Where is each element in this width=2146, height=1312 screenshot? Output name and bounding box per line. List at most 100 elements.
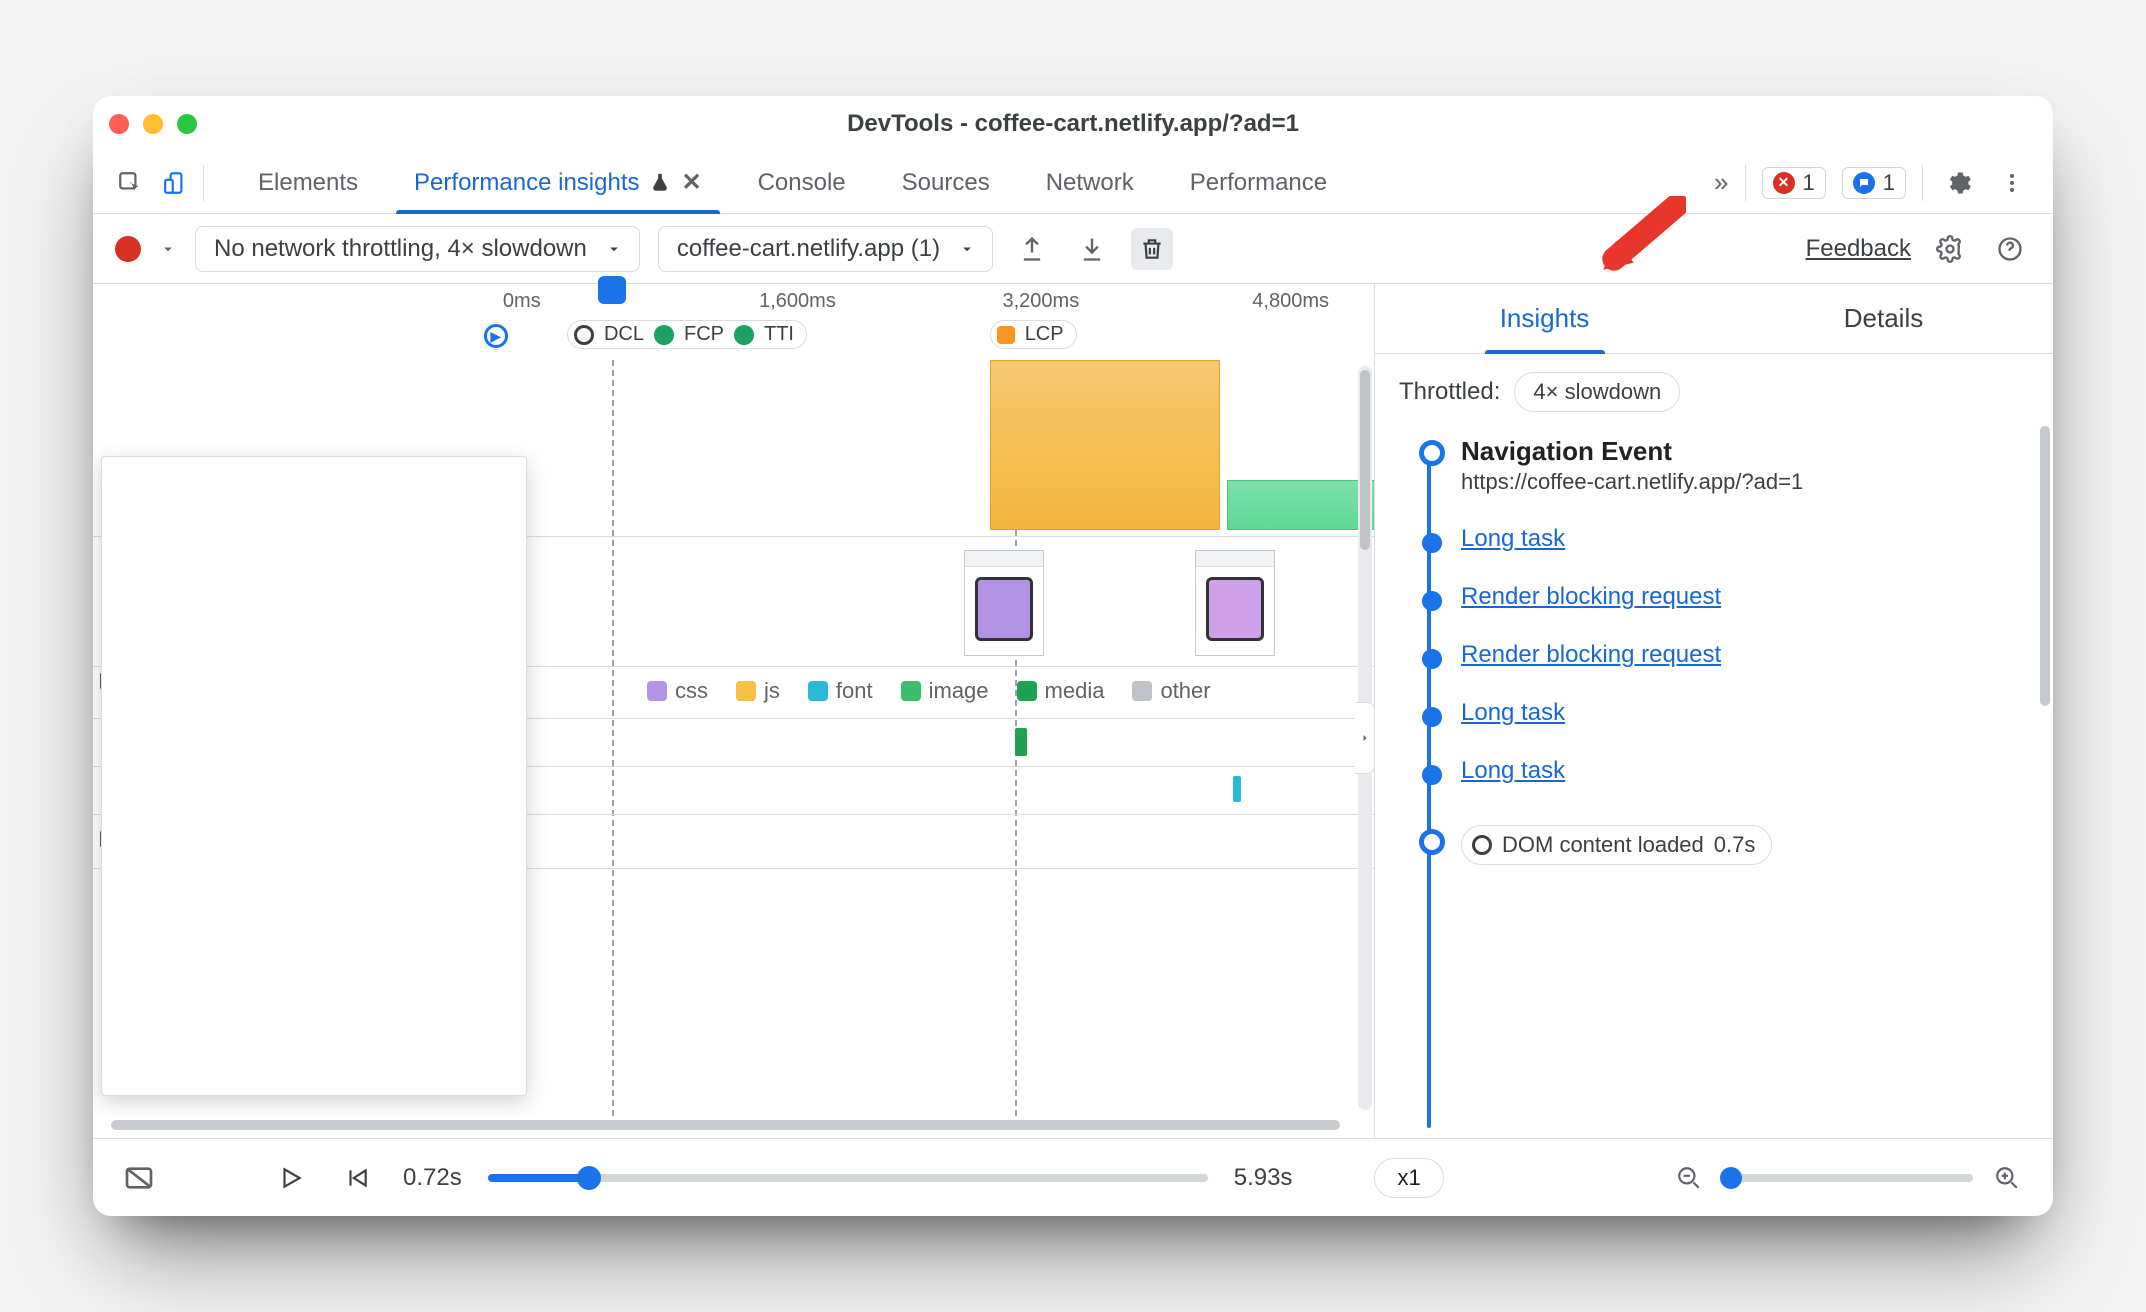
recording-label: coffee-cart.netlify.app (1) — [677, 235, 940, 263]
time-total: 5.93s — [1234, 1164, 1293, 1192]
chip-label: FCP — [684, 323, 724, 346]
insight-link[interactable]: Render blocking request — [1461, 583, 1721, 610]
insight-long-task[interactable]: Long task — [1409, 699, 2031, 727]
legend-label: image — [929, 678, 989, 704]
window-title: DevTools - coffee-cart.netlify.app/?ad=1 — [93, 110, 2053, 138]
tab-sources[interactable]: Sources — [874, 152, 1018, 213]
main-thread-block[interactable] — [1227, 480, 1374, 530]
playhead-line[interactable] — [612, 360, 614, 1116]
start-marker-icon[interactable]: ▶ — [484, 324, 508, 348]
horizontal-scrollbar[interactable] — [111, 1116, 1356, 1134]
zoom-controls — [1669, 1158, 2027, 1198]
tab-performance-insights[interactable]: Performance insights ✕ — [386, 152, 730, 213]
panel-settings-icon[interactable] — [1929, 228, 1971, 270]
network-request-bar[interactable] — [1233, 776, 1241, 802]
main-thread-block[interactable] — [990, 360, 1221, 530]
divider — [203, 165, 204, 201]
throttled-label: Throttled: — [1399, 378, 1500, 406]
playback-bar: 0.72s 5.93s x1 — [93, 1138, 2053, 1216]
filmstrip-frame[interactable] — [964, 550, 1044, 656]
metrics-chip[interactable]: DCL FCP TTI — [567, 320, 807, 349]
tab-insights[interactable]: Insights — [1375, 284, 1714, 353]
tab-console[interactable]: Console — [730, 152, 874, 213]
message-icon — [1853, 172, 1875, 194]
insight-long-task[interactable]: Long task — [1409, 757, 2031, 785]
insight-navigation-event[interactable]: Navigation Event https://coffee-cart.net… — [1409, 436, 2031, 495]
insights-list[interactable]: Navigation Event https://coffee-cart.net… — [1375, 420, 2053, 1138]
inspect-element-icon[interactable] — [111, 164, 149, 202]
insights-scrollbar[interactable] — [2037, 420, 2053, 1138]
play-icon[interactable] — [271, 1158, 311, 1198]
slider-knob[interactable] — [1720, 1167, 1742, 1189]
lcp-icon — [997, 326, 1015, 344]
record-options-caret-icon[interactable] — [159, 240, 177, 258]
insight-link[interactable]: Long task — [1461, 757, 1565, 784]
insights-toolbar: No network throttling, 4× slowdown coffe… — [93, 214, 2053, 284]
insight-link[interactable]: Long task — [1461, 525, 1565, 552]
sidepanel-toggle[interactable] — [1355, 702, 1374, 774]
ruler-tick: 4,800ms — [1252, 290, 1329, 313]
timeline-node-icon — [1422, 591, 1442, 611]
tab-performance[interactable]: Performance — [1162, 152, 1355, 213]
zoom-slider[interactable] — [1723, 1174, 1973, 1182]
legend-swatch — [808, 681, 828, 701]
message-count-badge[interactable]: 1 — [1842, 167, 1906, 199]
flamechart[interactable]: css js font image media other — [93, 360, 1374, 1116]
insight-link[interactable]: Long task — [1461, 699, 1565, 726]
insight-subtitle: https://coffee-cart.netlify.app/?ad=1 — [1461, 469, 2031, 495]
recording-select[interactable]: coffee-cart.netlify.app (1) — [658, 226, 993, 272]
kebab-menu-icon[interactable] — [1993, 164, 2031, 202]
timeline-node-icon — [1422, 533, 1442, 553]
filmstrip-frame[interactable] — [1195, 550, 1275, 656]
legend-swatch — [1017, 681, 1037, 701]
slider-knob[interactable] — [577, 1166, 601, 1190]
legend-label: js — [764, 678, 780, 704]
tab-network[interactable]: Network — [1018, 152, 1162, 213]
tab-label: Console — [758, 169, 846, 197]
ruler-tick: 1,600ms — [759, 290, 836, 313]
insight-render-blocking[interactable]: Render blocking request — [1409, 641, 2031, 669]
timeline-pane[interactable]: 0ms 1,600ms 3,200ms 4,800ms ▶ DCL FCP TT… — [93, 284, 1375, 1138]
flask-icon — [649, 172, 671, 194]
panel-body: 0ms 1,600ms 3,200ms 4,800ms ▶ DCL FCP TT… — [93, 284, 2053, 1138]
insights-tabs: Insights Details — [1375, 284, 2053, 354]
playback-slider[interactable] — [488, 1174, 1208, 1182]
record-button[interactable] — [115, 236, 141, 262]
insight-link[interactable]: Render blocking request — [1461, 641, 1721, 668]
timeline-node-icon — [1422, 765, 1442, 785]
fcp-icon — [654, 325, 674, 345]
zoom-in-icon[interactable] — [1987, 1158, 2027, 1198]
chevron-down-icon — [958, 240, 976, 258]
ruler-tick: 0ms — [503, 290, 541, 313]
insight-render-blocking[interactable]: Render blocking request — [1409, 583, 2031, 611]
device-toolbar-icon[interactable] — [157, 164, 195, 202]
throttling-select[interactable]: No network throttling, 4× slowdown — [195, 226, 640, 272]
time-ruler[interactable]: 0ms 1,600ms 3,200ms 4,800ms — [93, 284, 1374, 320]
overflow-tabs-icon[interactable]: » — [1714, 167, 1728, 198]
lcp-chip[interactable]: LCP — [990, 320, 1077, 349]
tab-elements[interactable]: Elements — [230, 152, 386, 213]
import-icon[interactable] — [1071, 228, 1113, 270]
playback-speed[interactable]: x1 — [1374, 1158, 1443, 1198]
tab-details[interactable]: Details — [1714, 284, 2053, 353]
rewind-to-start-icon[interactable] — [337, 1158, 377, 1198]
network-request-bar[interactable] — [1015, 728, 1027, 756]
tab-label: Performance insights — [414, 169, 639, 197]
help-icon[interactable] — [1989, 228, 2031, 270]
feedback-link[interactable]: Feedback — [1806, 235, 1911, 263]
toggle-screenshots-icon[interactable] — [119, 1158, 159, 1198]
insight-long-task[interactable]: Long task — [1409, 525, 2031, 553]
legend-label: font — [836, 678, 873, 704]
error-count-badge[interactable]: ✕ 1 — [1762, 167, 1826, 199]
delete-recording-icon[interactable] — [1131, 228, 1173, 270]
chip-label: DCL — [604, 323, 644, 346]
settings-icon[interactable] — [1939, 164, 1977, 202]
legend-swatch — [1132, 681, 1152, 701]
chevron-down-icon — [605, 240, 623, 258]
export-icon[interactable] — [1011, 228, 1053, 270]
close-tab-icon[interactable]: ✕ — [681, 168, 701, 197]
insight-dom-content-loaded[interactable]: DOM content loaded 0.7s — [1409, 825, 2031, 865]
dcl-icon — [1472, 835, 1492, 855]
throttled-value-pill[interactable]: 4× slowdown — [1514, 372, 1680, 412]
zoom-out-icon[interactable] — [1669, 1158, 1709, 1198]
